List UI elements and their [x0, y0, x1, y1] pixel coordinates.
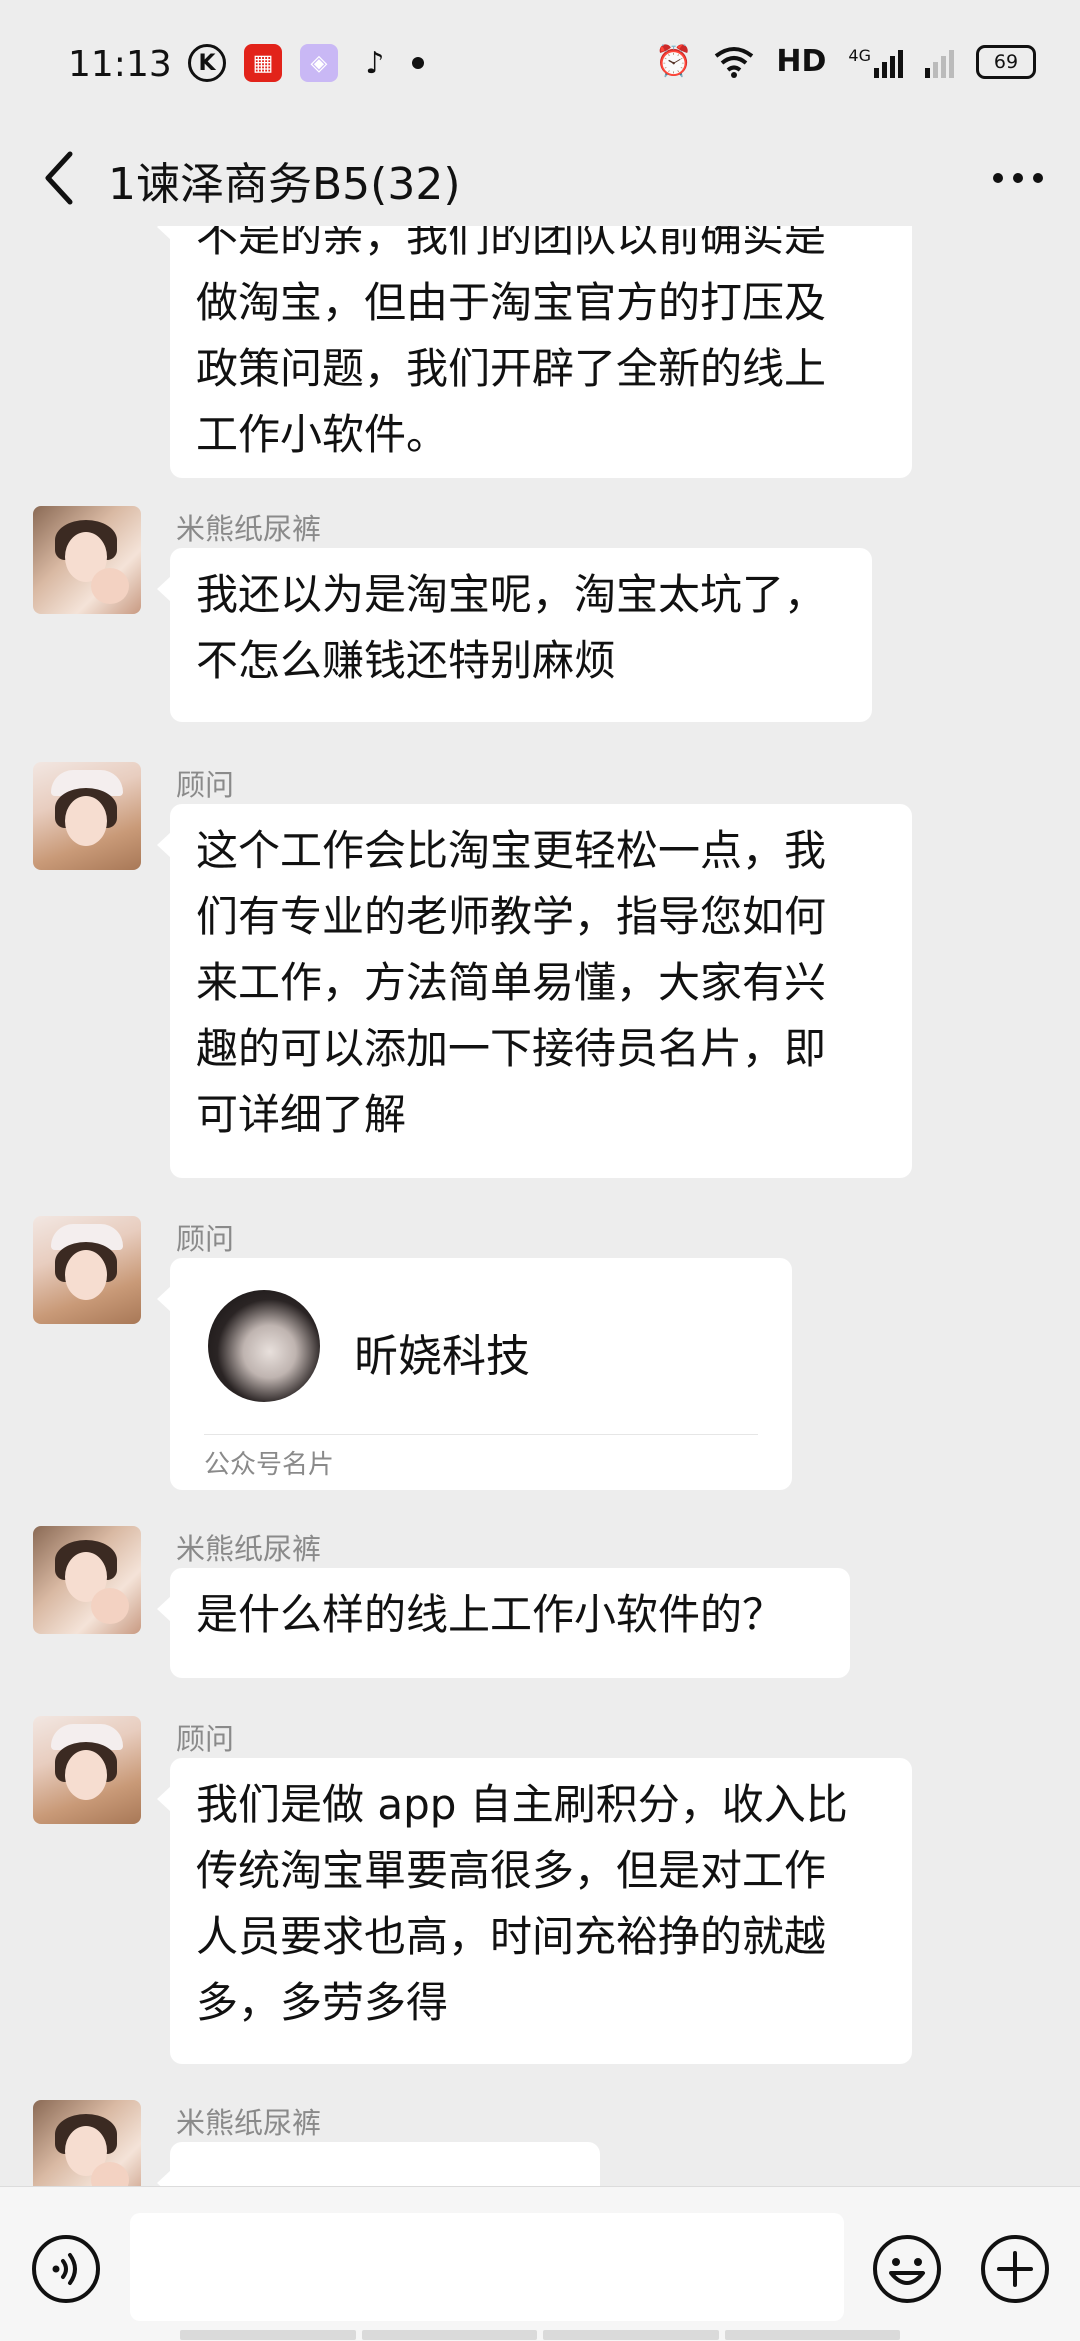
status-bar: 11:13 K ▦ ◈ ♪ ⏰ HD 4G 69 — [0, 0, 1080, 130]
emoji-icon[interactable] — [871, 2233, 943, 2305]
card-avatar — [208, 1290, 320, 1402]
k-app-icon: K — [188, 44, 226, 82]
card-name: 昕娆科技 — [354, 1331, 530, 1382]
avatar[interactable] — [33, 762, 141, 870]
bag-app-icon: ◈ — [300, 44, 338, 82]
more-options-icon[interactable] — [986, 150, 1050, 206]
avatar[interactable] — [33, 1526, 141, 1634]
message-line: 可详细了解 — [196, 1090, 407, 1139]
shopping-app-icon: ▦ — [244, 44, 282, 82]
dot-icon — [412, 57, 424, 69]
plus-icon[interactable] — [979, 2233, 1051, 2305]
message-line: 这个工作会比淘宝更轻松一点，我 — [196, 826, 827, 875]
sender-name: 米熊纸尿裤 — [176, 2106, 322, 2140]
wifi-icon — [715, 46, 754, 78]
avatar[interactable] — [33, 506, 141, 614]
message-line: 做淘宝，但由于淘宝官方的打压及 — [196, 278, 827, 327]
message-line: 趣的可以添加一下接待员名片，即 — [196, 1024, 827, 1073]
message-line: 政策问题，我们开辟了全新的线上 — [196, 344, 827, 393]
sender-name: 顾问 — [176, 1222, 235, 1256]
sender-name: 米熊纸尿裤 — [176, 1532, 322, 1566]
card-divider — [204, 1434, 758, 1435]
status-right: ⏰ HD 4G 69 — [655, 44, 1036, 79]
network-label: HD — [776, 44, 827, 79]
sender-name: 顾问 — [176, 768, 235, 802]
message-bubble[interactable] — [157, 2142, 600, 2186]
signal-2-icon — [925, 46, 954, 78]
battery-icon: 69 — [976, 44, 1036, 79]
message-line: 不是的亲，我们的团队以前确实是 — [196, 226, 827, 261]
status-time: 11:13 — [68, 44, 172, 85]
alarm-icon: ⏰ — [655, 44, 693, 79]
message-bubble[interactable]: 是什么样的线上工作小软件的？ — [157, 1568, 850, 1678]
message-bubble[interactable]: 我还以为是淘宝呢，淘宝太坑了， 不怎么赚钱还特别麻烦 — [157, 548, 872, 722]
voice-input-icon[interactable] — [30, 2233, 102, 2305]
chat-title: 1谏泽商务B5(32) — [108, 159, 461, 210]
message-line: 我们是做 app 自主刷积分，收入比 — [196, 1780, 848, 1829]
message-line: 传统淘宝單要高很多，但是对工作 — [196, 1846, 827, 1895]
back-arrow-icon[interactable] — [30, 138, 86, 218]
message-input[interactable] — [130, 2213, 844, 2321]
status-app-icons: K ▦ ◈ ♪ — [188, 44, 424, 82]
message-list[interactable]: 不是的亲，我们的团队以前确实是 做淘宝，但由于淘宝官方的打压及 政策问题，我们开… — [0, 226, 1080, 2186]
message-bubble[interactable]: 这个工作会比淘宝更轻松一点，我 们有专业的老师教学，指导您如何 来工作，方法简单… — [157, 804, 912, 1178]
message-line: 多，多劳多得 — [196, 1978, 449, 2027]
bottom-panel-edge — [180, 2330, 900, 2340]
input-bar — [0, 2186, 1080, 2341]
official-account-card[interactable]: 昕娆科技 公众号名片 — [157, 1258, 792, 1490]
message-line: 是什么样的线上工作小软件的？ — [196, 1590, 785, 1639]
sender-name: 顾问 — [176, 1722, 235, 1756]
signal-icon: 4G — [848, 46, 903, 78]
avatar[interactable] — [33, 1716, 141, 1824]
message-line: 不怎么赚钱还特别麻烦 — [196, 636, 617, 685]
sender-name: 米熊纸尿裤 — [176, 512, 322, 546]
signal-label: 4G — [848, 45, 871, 65]
message-line: 人员要求也高，时间充裕挣的就越 — [196, 1912, 827, 1961]
message-bubble[interactable]: 不是的亲，我们的团队以前确实是 做淘宝，但由于淘宝官方的打压及 政策问题，我们开… — [157, 226, 912, 478]
message-line: 来工作，方法简单易懂，大家有兴 — [196, 958, 827, 1007]
message-line: 们有专业的老师教学，指导您如何 — [196, 892, 827, 941]
message-line: 工作小软件。 — [196, 410, 449, 459]
card-type-label: 公众号名片 — [204, 1450, 335, 1480]
chat-header: 1谏泽商务B5(32) — [0, 130, 1080, 226]
message-bubble[interactable]: 我们是做 app 自主刷积分，收入比 传统淘宝單要高很多，但是对工作 人员要求也… — [157, 1758, 912, 2064]
avatar[interactable] — [33, 2100, 141, 2186]
avatar[interactable] — [33, 1216, 141, 1324]
tiktok-icon: ♪ — [365, 45, 385, 81]
message-line: 我还以为是淘宝呢，淘宝太坑了， — [196, 570, 827, 619]
